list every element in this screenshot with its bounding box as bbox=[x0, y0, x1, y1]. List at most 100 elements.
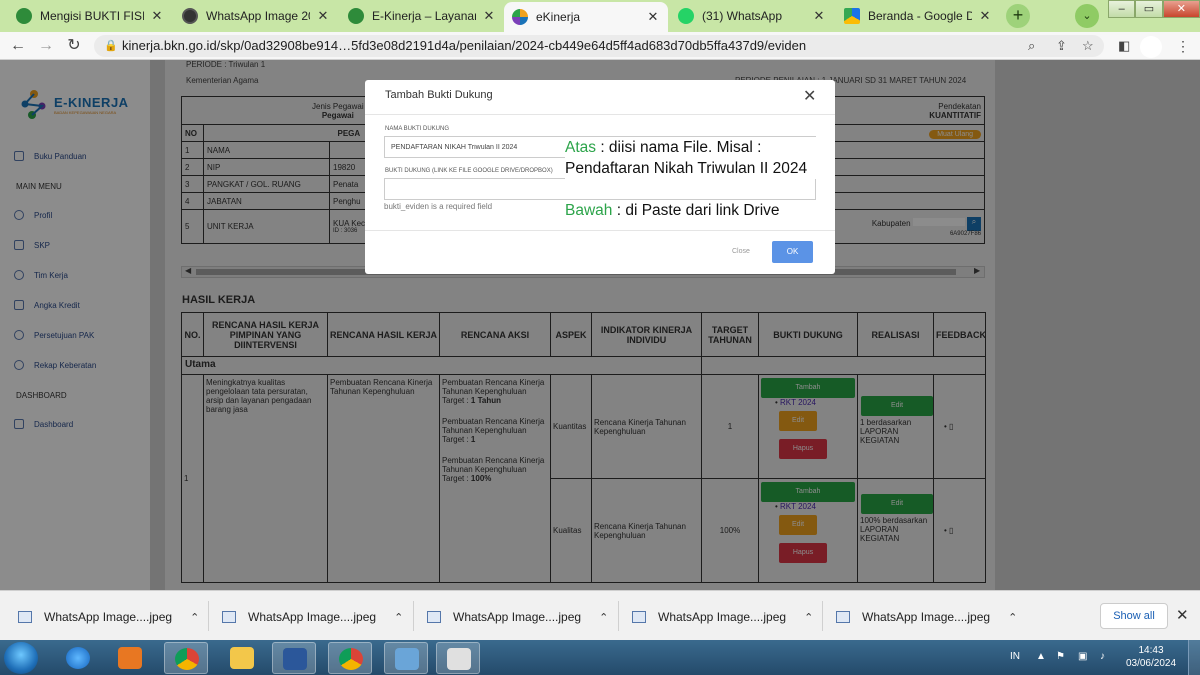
lock-icon: 🔒 bbox=[104, 40, 118, 52]
system-clock[interactable]: 14:43 03/06/2024 bbox=[1124, 644, 1178, 670]
close-icon[interactable]: ✕ bbox=[803, 86, 816, 106]
validation-error: bukti_eviden is a required field bbox=[384, 202, 493, 211]
tab-whatsapp[interactable]: (31) WhatsApp ✕ bbox=[670, 2, 834, 30]
annotation-atas-text: : diisi nama File. Misal : Pendaftaran N… bbox=[565, 139, 808, 177]
annotation-bawah-text: : di Paste dari link Drive bbox=[612, 202, 780, 219]
divider bbox=[822, 601, 823, 631]
globe-icon bbox=[182, 8, 198, 24]
annotation-bawah: Bawah : di Paste dari link Drive bbox=[565, 200, 835, 221]
folder-icon bbox=[230, 647, 254, 669]
taskbar-image-viewer[interactable] bbox=[384, 642, 428, 674]
share-icon[interactable]: ⇪ bbox=[1056, 38, 1067, 54]
chevron-up-icon[interactable]: ⌃ bbox=[804, 611, 813, 624]
tab-title: WhatsApp Image 2024 bbox=[206, 9, 310, 23]
close-icon[interactable]: ✕ bbox=[482, 8, 496, 24]
chevron-up-icon[interactable]: ⌃ bbox=[190, 611, 199, 624]
taskbar-media-player[interactable] bbox=[108, 642, 152, 674]
show-all-downloads-button[interactable]: Show all bbox=[1100, 603, 1168, 629]
modal-ok-button[interactable]: OK bbox=[772, 241, 813, 263]
modal-close-button[interactable]: Close bbox=[732, 248, 750, 255]
close-icon[interactable]: ✕ bbox=[646, 9, 660, 25]
taskbar-internet-explorer[interactable] bbox=[56, 642, 100, 674]
annotation-bawah-word: Bawah bbox=[565, 202, 613, 219]
download-item[interactable]: WhatsApp Image....jpeg ⌃ bbox=[632, 607, 813, 627]
google-drive-icon bbox=[844, 8, 860, 24]
close-icon[interactable]: ✕ bbox=[1176, 606, 1189, 624]
media-player-icon bbox=[118, 647, 142, 669]
forward-button[interactable]: → bbox=[36, 36, 56, 56]
download-filename: WhatsApp Image....jpeg bbox=[248, 610, 377, 624]
image-viewer-icon bbox=[395, 648, 419, 670]
download-filename: WhatsApp Image....jpeg bbox=[453, 610, 582, 624]
link-bukti-input[interactable] bbox=[384, 178, 816, 200]
chrome-icon bbox=[175, 648, 199, 670]
kemenag-icon bbox=[16, 8, 32, 24]
download-item[interactable]: WhatsApp Image....jpeg ⌃ bbox=[427, 607, 608, 627]
tambah-bukti-dukung-modal: Tambah Bukti Dukung ✕ NAMA BUKTI DUKUNG … bbox=[365, 80, 835, 274]
tab-mengisi-bukti-fisik[interactable]: Mengisi BUKTI FISIK da ✕ bbox=[8, 2, 172, 30]
back-button[interactable]: ← bbox=[8, 36, 28, 56]
more-menu-icon[interactable]: ⋮ bbox=[1176, 38, 1190, 55]
close-icon[interactable]: ✕ bbox=[812, 8, 826, 24]
taskbar-chrome[interactable] bbox=[164, 642, 208, 674]
window-controls: – ▭ ✕ bbox=[1108, 0, 1200, 18]
image-file-icon bbox=[222, 611, 236, 623]
chrome-icon bbox=[339, 648, 363, 670]
show-desktop-button[interactable] bbox=[1188, 640, 1200, 675]
download-filename: WhatsApp Image....jpeg bbox=[658, 610, 787, 624]
minimize-button[interactable]: – bbox=[1108, 0, 1136, 18]
taskbar-chrome-2[interactable] bbox=[328, 642, 372, 674]
image-file-icon bbox=[836, 611, 850, 623]
language-indicator[interactable]: IN bbox=[1010, 651, 1020, 662]
divider bbox=[618, 601, 619, 631]
window-close-button[interactable]: ✕ bbox=[1162, 0, 1200, 18]
whatsapp-icon bbox=[678, 8, 694, 24]
reload-button[interactable]: ↻ bbox=[64, 36, 84, 56]
chevron-up-icon[interactable]: ⌃ bbox=[1008, 611, 1017, 624]
profile-avatar[interactable] bbox=[1140, 36, 1162, 58]
chevron-up-icon[interactable]: ⌃ bbox=[394, 611, 403, 624]
kemenag-icon bbox=[348, 8, 364, 24]
network-icon[interactable]: ▣ bbox=[1078, 651, 1087, 662]
address-toolbar: ← → ↻ 🔒 kinerja.bkn.go.id/skp/0ad32908be… bbox=[0, 32, 1200, 60]
bookmark-star-icon[interactable]: ☆ bbox=[1082, 38, 1094, 54]
zoom-icon[interactable]: ⌕ bbox=[1028, 38, 1035, 54]
tab-ekinerja[interactable]: eKinerja ✕ bbox=[504, 2, 668, 32]
tab-title: Mengisi BUKTI FISIK da bbox=[40, 9, 144, 23]
nama-bukti-label: NAMA BUKTI DUKUNG bbox=[385, 126, 450, 132]
tab-e-kinerja-layanan[interactable]: E-Kinerja – Layanan KU ✕ bbox=[340, 2, 504, 30]
modal-divider bbox=[365, 114, 835, 115]
tab-search-button[interactable]: ⌄ bbox=[1075, 4, 1099, 28]
volume-icon[interactable]: ♪ bbox=[1100, 651, 1105, 662]
link-bukti-label: BUKTI DUKUNG (LINK KE FILE GOOGLE DRIVE/… bbox=[385, 168, 553, 174]
url-bar[interactable]: 🔒 kinerja.bkn.go.id/skp/0ad32908be914…5f… bbox=[94, 35, 1104, 57]
chevron-up-icon[interactable]: ⌃ bbox=[599, 611, 608, 624]
side-panel-icon[interactable]: ◧ bbox=[1118, 38, 1130, 54]
download-item[interactable]: WhatsApp Image....jpeg ⌃ bbox=[836, 607, 1017, 627]
taskbar-word[interactable] bbox=[272, 642, 316, 674]
downloads-bar: WhatsApp Image....jpeg ⌃ WhatsApp Image.… bbox=[0, 590, 1200, 640]
download-item[interactable]: WhatsApp Image....jpeg ⌃ bbox=[18, 607, 199, 627]
tab-whatsapp-image[interactable]: WhatsApp Image 2024 ✕ bbox=[174, 2, 338, 30]
image-file-icon bbox=[18, 611, 32, 623]
word-icon bbox=[283, 648, 307, 670]
divider bbox=[208, 601, 209, 631]
tab-title: E-Kinerja – Layanan KU bbox=[372, 9, 476, 23]
start-button[interactable] bbox=[4, 642, 38, 674]
maximize-button[interactable]: ▭ bbox=[1135, 0, 1163, 18]
close-icon[interactable]: ✕ bbox=[316, 8, 330, 24]
close-icon[interactable]: ✕ bbox=[978, 8, 992, 24]
new-tab-button[interactable]: + bbox=[1006, 4, 1030, 28]
page-viewport: E-KINERJA BADAN KEPEGAWAIAN NEGARA Buku … bbox=[0, 60, 1200, 590]
download-item[interactable]: WhatsApp Image....jpeg ⌃ bbox=[222, 607, 403, 627]
divider bbox=[413, 601, 414, 631]
close-icon[interactable]: ✕ bbox=[150, 8, 164, 24]
flag-icon[interactable]: ⚑ bbox=[1056, 651, 1065, 662]
taskbar-paint[interactable] bbox=[436, 642, 480, 674]
show-hidden-icons[interactable]: ▲ bbox=[1036, 651, 1046, 662]
tab-google-drive[interactable]: Beranda - Google Drive ✕ bbox=[836, 2, 1000, 30]
clock-date: 03/06/2024 bbox=[1125, 658, 1177, 669]
paint-icon bbox=[447, 648, 471, 670]
image-file-icon bbox=[427, 611, 441, 623]
taskbar-file-explorer[interactable] bbox=[220, 642, 264, 674]
